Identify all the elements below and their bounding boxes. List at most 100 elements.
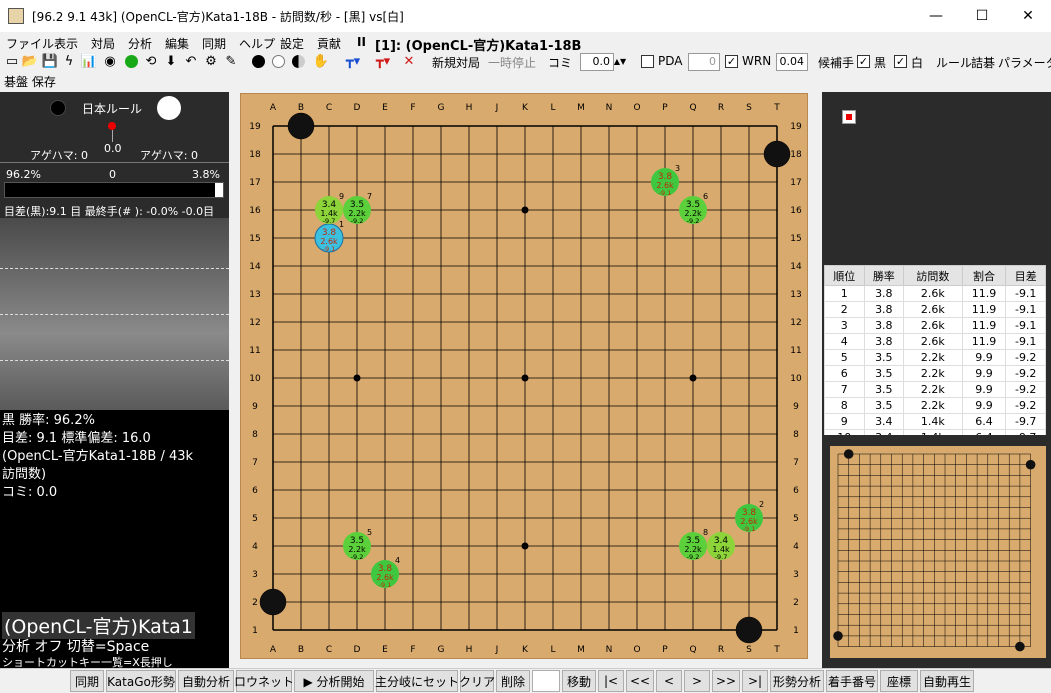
params-button[interactable]: パラメータ: [998, 54, 1051, 71]
candidate-move[interactable]: 73.52.2k-9.2: [343, 192, 372, 225]
pause-button[interactable]: 一時停止: [488, 54, 536, 71]
candidate-rank: 4: [395, 556, 400, 565]
bottom-button[interactable]: >: [684, 670, 710, 692]
white-stone-icon[interactable]: [270, 52, 286, 70]
bottom-button[interactable]: 形勢分析: [770, 670, 824, 692]
bottom-button[interactable]: 移動: [562, 670, 596, 692]
table-row[interactable]: 1 3.8 2.6k 11.9 -9.1: [824, 285, 1046, 302]
bottom-button[interactable]: ロウネット: [234, 670, 294, 692]
green-circle-icon[interactable]: [123, 52, 139, 70]
white-checkbox[interactable]: ✓: [894, 55, 907, 68]
menu-edit[interactable]: 編集: [165, 35, 189, 52]
komi-input[interactable]: 0.0: [580, 53, 614, 71]
candidate-table[interactable]: 順位 勝率 訪問数 割合 目差 1 3.8 2.6k 11.9 -9.1 2 3.8 2.6k 11.9…: [824, 265, 1046, 435]
bottom-button[interactable]: <<: [626, 670, 654, 692]
table-row[interactable]: 4 3.8 2.6k 11.9 -9.1: [824, 333, 1046, 350]
table-row[interactable]: 8 3.5 2.2k 9.9 -9.2: [824, 397, 1046, 414]
bottom-button[interactable]: 主分岐にセット: [375, 670, 459, 692]
play-icon[interactable]: ◉: [102, 52, 118, 70]
bottom-button[interactable]: 同期: [70, 670, 104, 692]
delete-mark-icon[interactable]: ✕: [402, 52, 416, 70]
candidate-move[interactable]: 63.52.2k-9.2: [679, 192, 708, 225]
bottom-button[interactable]: 削除: [496, 670, 530, 692]
bottom-button[interactable]: ▶ 分析開始: [294, 670, 374, 692]
go-board[interactable]: A A B B C C D D E E F F G G H H J J K K L L M M N N O O P P Q Q R R S S T T 19…: [240, 93, 808, 659]
table-row[interactable]: 7 3.5 2.2k 9.9 -9.2: [824, 381, 1046, 398]
komi-stepper-icon[interactable]: ▲▼: [614, 52, 626, 70]
table-row[interactable]: 6 3.5 2.2k 9.9 -9.2: [824, 365, 1046, 382]
menu-view[interactable]: 表示: [54, 35, 78, 52]
red-mark-icon[interactable]: ┳▾: [372, 52, 394, 70]
menu-contribute[interactable]: 貢献: [317, 35, 341, 52]
center-label: 0: [109, 168, 116, 181]
black-stone[interactable]: [763, 140, 791, 168]
bottom-button[interactable]: >|: [742, 670, 768, 692]
menu-settings[interactable]: 設定: [280, 35, 304, 52]
candidate-move[interactable]: 83.52.2k-9.2: [679, 528, 708, 561]
new-game-button[interactable]: 新規対局: [432, 54, 480, 71]
candidate-move[interactable]: 3.41.4k-9.7: [707, 532, 735, 561]
menu-sync[interactable]: 同期: [202, 35, 226, 52]
table-row[interactable]: 9 3.4 1.4k 6.4 -9.7: [824, 413, 1046, 430]
save-icon[interactable]: 💾: [42, 52, 58, 70]
board-save-button[interactable]: 碁盤 保存: [4, 73, 56, 90]
bottom-button[interactable]: >>: [712, 670, 740, 692]
table-header[interactable]: 勝率: [863, 265, 905, 286]
candidate-move[interactable]: 53.52.2k-9.2: [343, 528, 372, 561]
chart-icon[interactable]: 📊: [80, 52, 98, 70]
mini-board[interactable]: [830, 446, 1046, 658]
table-header[interactable]: 順位: [824, 265, 865, 286]
flash-icon[interactable]: ϟ: [62, 52, 76, 70]
black-checkbox[interactable]: ✓: [857, 55, 870, 68]
menu-game[interactable]: 対局: [91, 35, 115, 52]
bottom-button[interactable]: KataGo形勢: [106, 670, 176, 692]
table-row[interactable]: 2 3.8 2.6k 11.9 -9.1: [824, 301, 1046, 318]
tsumego-button[interactable]: 詰碁: [971, 54, 995, 71]
table-row[interactable]: 3 3.8 2.6k 11.9 -9.1: [824, 317, 1046, 334]
table-header[interactable]: 目差: [1005, 265, 1046, 286]
rule-button[interactable]: ルール: [936, 54, 972, 71]
pda-checkbox[interactable]: [641, 55, 654, 68]
menu-analysis[interactable]: 分析: [128, 35, 152, 52]
down-arrow-icon[interactable]: ⬇: [163, 52, 179, 70]
menu-file[interactable]: ファイル: [6, 35, 54, 52]
pen-icon[interactable]: ✎: [223, 52, 239, 70]
table-header[interactable]: 割合: [961, 265, 1007, 286]
bottom-button[interactable]: |<: [598, 670, 624, 692]
pause-icon[interactable]: II: [357, 35, 366, 49]
candidate-move[interactable]: 43.82.6k-9.1: [371, 556, 400, 589]
table-cell: -9.2: [1005, 381, 1046, 398]
blue-mark-icon[interactable]: ┳▾: [342, 52, 364, 70]
bottom-button[interactable]: クリア: [459, 670, 495, 692]
black-stone[interactable]: [735, 616, 763, 644]
table-header[interactable]: 訪問数: [903, 265, 963, 286]
undo-icon[interactable]: ↶: [183, 52, 199, 70]
wrn-input[interactable]: 0.04: [776, 53, 808, 71]
pda-input[interactable]: 0: [688, 53, 720, 71]
table-row[interactable]: 5 3.5 2.2k 9.9 -9.2: [824, 349, 1046, 366]
open-folder-icon[interactable]: 📂: [22, 52, 38, 70]
settings-icon[interactable]: ⚙: [203, 52, 219, 70]
candidate-move[interactable]: 23.82.6k-9.1: [735, 500, 764, 533]
move-number-input[interactable]: [532, 670, 560, 692]
new-file-icon[interactable]: ▭: [4, 52, 20, 70]
black-stone-icon[interactable]: [250, 52, 266, 70]
bottom-button[interactable]: 自動再生: [920, 670, 974, 692]
alternate-stone-icon[interactable]: [290, 52, 306, 70]
refresh-icon[interactable]: ⟲: [143, 52, 159, 70]
board-svg[interactable]: AABBCCDDEEFFGGHHJJKKLLMMNNOOPPQQRRSSTT19…: [241, 94, 809, 660]
black-stone[interactable]: [287, 112, 315, 140]
black-stone[interactable]: [259, 588, 287, 616]
menu-help[interactable]: ヘルプ: [239, 35, 275, 52]
bottom-button[interactable]: <: [656, 670, 682, 692]
minimize-button[interactable]: —: [913, 0, 959, 32]
candidate-move[interactable]: 33.82.6k-9.1: [651, 164, 680, 197]
maximize-button[interactable]: ☐: [959, 0, 1005, 32]
table-row[interactable]: 103.41.4k6.4-9.7: [824, 429, 1046, 435]
bottom-button[interactable]: 自動分析: [178, 670, 234, 692]
bottom-button[interactable]: 着手番号: [826, 670, 878, 692]
bottom-button[interactable]: 座標: [880, 670, 918, 692]
wrn-checkbox[interactable]: ✓: [725, 55, 738, 68]
hand-icon[interactable]: ✋: [312, 52, 330, 70]
close-button[interactable]: ✕: [1005, 0, 1051, 32]
